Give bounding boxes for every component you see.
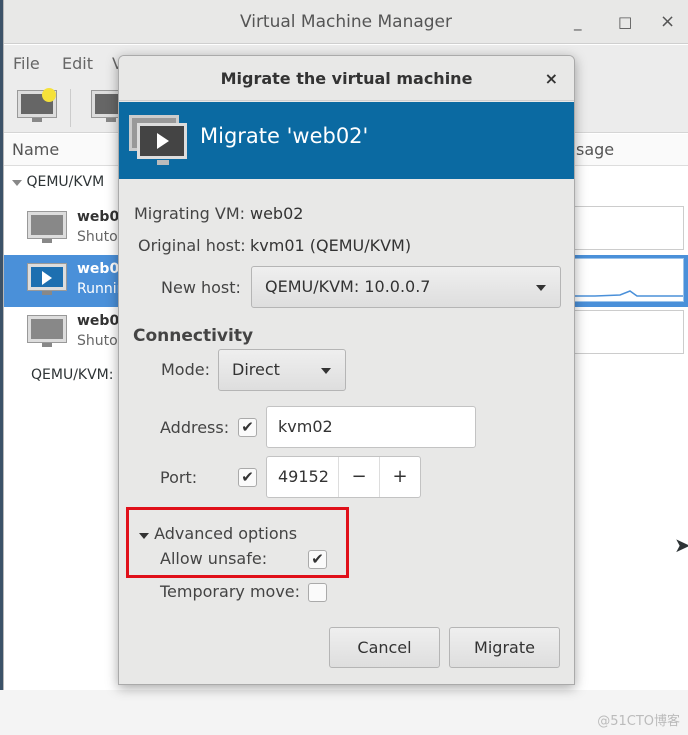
connectivity-heading: Connectivity: [133, 326, 254, 346]
column-usage[interactable]: sage: [576, 134, 614, 166]
mode-label: Mode:: [161, 360, 210, 379]
new-host-value: QEMU/KVM: 10.0.0.7: [265, 277, 431, 296]
highlight-annotation-box: [126, 507, 349, 578]
migrate-vm-icon: [129, 115, 189, 167]
original-host-value: kvm01 (QEMU/KVM): [250, 236, 412, 255]
chevron-down-icon: [321, 368, 331, 374]
port-checkbox[interactable]: ✔: [238, 468, 257, 487]
chevron-down-icon: [536, 285, 546, 291]
migrating-vm-label: Migrating VM:: [134, 204, 246, 223]
dialog-titlebar: Migrate the virtual machine ×: [119, 56, 574, 101]
address-input[interactable]: kvm02: [266, 406, 476, 448]
tree-group-qemu[interactable]: QEMU/KVM: [12, 174, 104, 190]
cpu-graph: [564, 206, 684, 250]
temporary-move-checkbox[interactable]: [308, 583, 327, 602]
port-label: Port:: [160, 468, 198, 487]
vm-shutoff-icon: [28, 316, 66, 350]
expander-icon: [12, 180, 22, 186]
window-title: Virtual Machine Manager: [239, 12, 453, 32]
new-vm-icon[interactable]: [18, 88, 56, 125]
new-host-dropdown[interactable]: QEMU/KVM: 10.0.0.7: [251, 266, 561, 308]
dialog-banner: Migrate 'web02': [119, 102, 574, 179]
tree-group-qemu-2[interactable]: QEMU/KVM: 1: [31, 367, 127, 383]
dialog-close-button[interactable]: ×: [545, 56, 558, 101]
mode-value: Direct: [232, 360, 280, 379]
address-label: Address:: [160, 418, 230, 437]
menu-file[interactable]: File: [13, 45, 40, 83]
port-value: 49152: [278, 467, 329, 486]
toolbar-separator: [70, 89, 71, 127]
vm-shutoff-icon: [28, 212, 66, 246]
vm-running-icon: [28, 264, 66, 298]
mode-dropdown[interactable]: Direct: [218, 349, 346, 391]
port-spinbutton[interactable]: 49152 − +: [266, 456, 421, 498]
migrating-vm-value: web02: [250, 204, 304, 223]
address-checkbox[interactable]: ✔: [238, 418, 257, 437]
address-value: kvm02: [278, 417, 333, 436]
cpu-graph: [564, 258, 684, 302]
watermark: @51CTO博客: [597, 714, 680, 729]
port-increment-button[interactable]: +: [379, 457, 420, 497]
cancel-button[interactable]: Cancel: [329, 627, 440, 668]
port-decrement-button[interactable]: −: [338, 457, 379, 497]
column-name[interactable]: Name: [12, 134, 59, 166]
migrate-button[interactable]: Migrate: [449, 627, 560, 668]
minimize-button[interactable]: _: [574, 0, 582, 44]
mouse-cursor-icon: ➤: [674, 533, 688, 557]
original-host-label: Original host:: [138, 236, 246, 255]
migrate-dialog: Migrate the virtual machine × Migrate 'w…: [118, 55, 575, 685]
dialog-title: Migrate the virtual machine: [220, 69, 473, 88]
group-label: QEMU/KVM: [26, 174, 105, 190]
window-titlebar: Virtual Machine Manager _ □ ×: [4, 0, 688, 44]
temporary-move-label: Temporary move:: [160, 582, 301, 601]
menu-edit[interactable]: Edit: [62, 45, 93, 83]
close-window-button[interactable]: ×: [660, 0, 675, 44]
new-host-label: New host:: [161, 278, 241, 297]
cpu-graph: [564, 310, 684, 354]
banner-title: Migrate 'web02': [200, 124, 369, 148]
maximize-button[interactable]: □: [618, 0, 632, 44]
